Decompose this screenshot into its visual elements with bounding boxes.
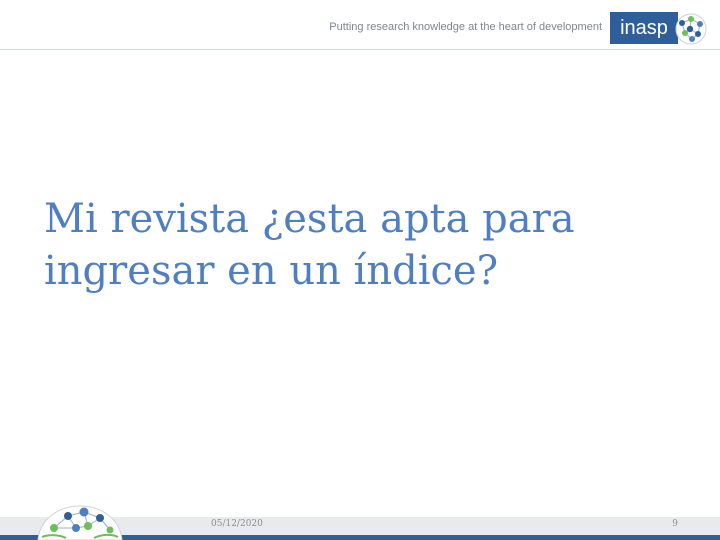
globe-network-icon: [675, 13, 707, 45]
slide-header: Putting research knowledge at the heart …: [0, 0, 720, 50]
brand-logo: inasp: [610, 12, 678, 44]
header-tagline: Putting research knowledge at the heart …: [329, 21, 602, 33]
slide-title: Mi revista ¿esta apta para ingresar en u…: [44, 196, 575, 294]
footer-date: 05/12/2020: [211, 519, 263, 529]
globe-network-icon: [37, 505, 123, 540]
header-divider: [0, 49, 720, 50]
page-number: 9: [672, 519, 678, 529]
